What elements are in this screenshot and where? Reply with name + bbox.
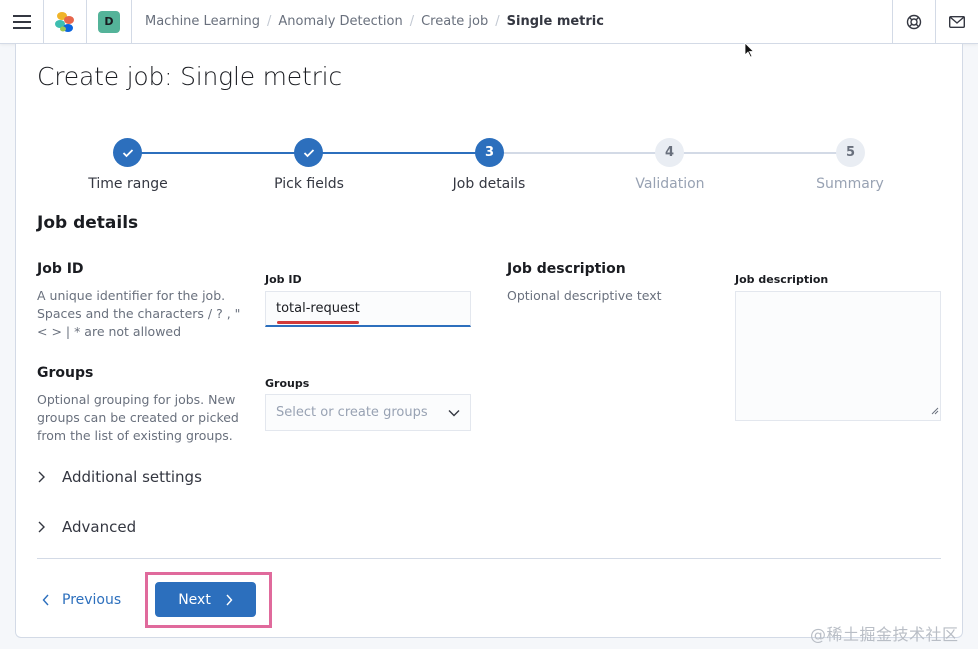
breadcrumb-separator: / [495,14,500,29]
groups-description: Optional grouping for jobs. New groups c… [37,392,239,443]
accordion-label: Advanced [62,518,137,536]
job-id-label: Job ID [265,273,302,286]
groups-label: Groups [265,377,310,390]
breadcrumb-separator: / [409,14,415,29]
annotation-underline [277,321,359,324]
next-label: Next [178,591,211,608]
breadcrumb-machine-learning[interactable]: Machine Learning [145,14,260,29]
step-1-check-icon[interactable] [113,138,142,167]
mouse-cursor-icon [744,42,755,62]
step-3-number[interactable]: 3 [475,138,504,167]
job-description-label: Job description [735,273,829,286]
accordion-additional-settings[interactable]: Additional settings [37,468,202,486]
job-description-title: Job description [507,261,626,277]
footer-divider [37,558,941,559]
job-id-title: Job ID [37,261,84,277]
page-title: Create job: Single metric [37,62,342,91]
step-4-number: 4 [655,138,684,167]
step-5-label: Summary [816,176,884,192]
step-4-label: Validation [635,176,705,192]
resize-grip-icon[interactable] [931,400,939,419]
breadcrumb-separator: / [267,14,272,29]
accordion-advanced[interactable]: Advanced [37,518,136,536]
watermark: @稀土掘金技术社区 [810,625,959,644]
groups-combobox[interactable]: Select or create groups [265,394,471,431]
chevron-right-icon [37,471,57,483]
step-5-number: 5 [836,138,865,167]
hamburger-menu-icon[interactable] [0,0,43,43]
breadcrumb: Machine Learning / Anomaly Detection / C… [145,0,604,43]
help-lifebuoy-icon[interactable] [893,0,935,43]
breadcrumb-create-job[interactable]: Create job [421,14,488,29]
breadcrumb-anomaly-detection[interactable]: Anomaly Detection [278,14,402,29]
section-title-job-details: Job details [37,213,139,233]
breadcrumb-single-metric: Single metric [506,14,604,29]
job-description-help: Optional descriptive text [507,288,662,303]
next-button[interactable]: Next [155,582,256,617]
top-header: D Machine Learning / Anomaly Detection /… [0,0,978,44]
groups-title: Groups [37,365,94,381]
mail-icon[interactable] [936,0,978,43]
job-id-description: A unique identifier for the job. Spaces … [37,288,241,339]
elastic-logo-icon[interactable] [44,0,86,43]
space-avatar: D [98,10,120,33]
previous-label: Previous [62,592,122,608]
step-3-label[interactable]: Job details [399,176,579,192]
groups-placeholder: Select or create groups [276,405,428,420]
job-description-textarea[interactable] [735,291,941,421]
step-2-check-icon[interactable] [294,138,323,167]
chevron-right-icon [225,594,233,606]
chevron-down-icon[interactable] [448,406,460,421]
space-selector[interactable]: D [87,0,131,43]
chevron-right-icon [37,521,57,533]
previous-button[interactable]: Previous [42,585,121,615]
header-divider [131,0,132,43]
accordion-label: Additional settings [62,468,202,486]
step-1-label[interactable]: Time range [38,176,218,192]
chevron-left-icon [42,594,50,606]
step-2-label[interactable]: Pick fields [219,176,399,192]
